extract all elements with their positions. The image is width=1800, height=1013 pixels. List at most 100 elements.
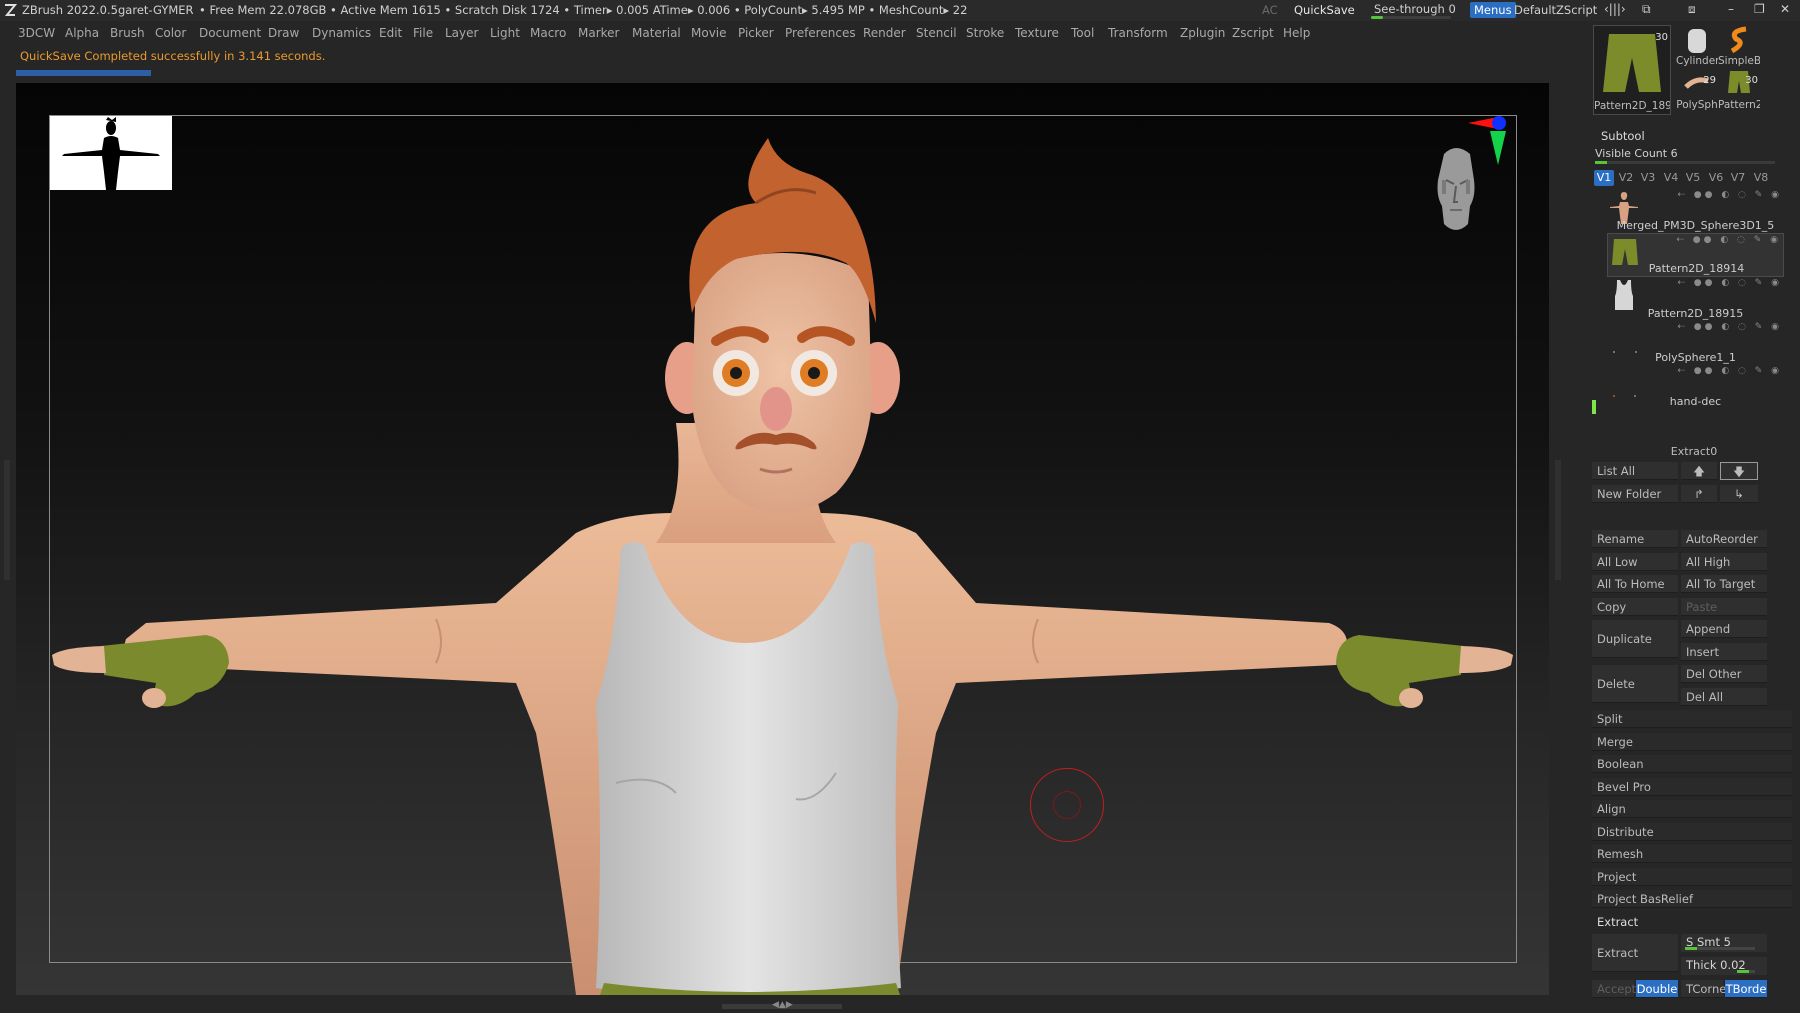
split-section[interactable]: Split [1592, 710, 1792, 728]
menu-3dcw[interactable]: 3DCW [18, 26, 55, 40]
subtool-item-extract0[interactable]: Extract0 [1588, 445, 1800, 458]
tool-cylinder[interactable]: Cylinder [1676, 25, 1718, 69]
tab-v8[interactable]: V8 [1751, 170, 1771, 186]
subtool-item-merged-pm3d[interactable]: ⇠ ●● ◐ ◌ ✎ ◉ Merged_PM3D_Sphere3D1_5 [1607, 189, 1784, 233]
autoreorder-button[interactable]: AutoReorder [1681, 530, 1767, 548]
menu-document[interactable]: Document [199, 26, 261, 40]
new-folder-button[interactable]: New Folder [1592, 485, 1678, 503]
character-model[interactable] [16, 83, 1549, 995]
tab-v7[interactable]: V7 [1728, 170, 1748, 186]
layout-alt-icon[interactable]: ⧈ [1688, 2, 1696, 17]
boolean-section[interactable]: Boolean [1592, 755, 1792, 773]
list-all-button[interactable]: List All [1592, 462, 1678, 480]
subtool-toggle-icons[interactable]: ⇠ ●● ◐ ◌ ✎ ◉ [1677, 278, 1782, 288]
subtool-item-pattern2d-18914[interactable]: ⇠ ●● ◐ ◌ ✎ ◉ Pattern2D_18914 [1607, 233, 1784, 277]
menu-stencil[interactable]: Stencil [916, 26, 957, 40]
menu-light[interactable]: Light [490, 26, 520, 40]
folder-move-up-icon[interactable]: ↱ [1681, 485, 1717, 503]
menu-layer[interactable]: Layer [445, 26, 478, 40]
all-high-button[interactable]: All High [1681, 553, 1767, 571]
bottom-tray-handle[interactable]: ◀▲▶ [722, 1000, 842, 1010]
left-tray-handle[interactable] [4, 460, 10, 580]
menu-texture[interactable]: Texture [1015, 26, 1059, 40]
tool-simpleb[interactable]: SimpleB [1718, 25, 1760, 69]
all-to-home-button[interactable]: All To Home [1592, 575, 1678, 593]
menu-stroke[interactable]: Stroke [966, 26, 1004, 40]
delete-button[interactable]: Delete [1592, 665, 1678, 703]
merge-section[interactable]: Merge [1592, 733, 1792, 751]
menu-help[interactable]: Help [1283, 26, 1310, 40]
thick-slider[interactable]: Thick 0.02 [1681, 957, 1767, 975]
project-section[interactable]: Project [1592, 868, 1792, 886]
all-to-target-button[interactable]: All To Target [1681, 575, 1767, 593]
tool-pattern2[interactable]: 30 Pattern2 [1718, 69, 1760, 113]
arrow-down-icon[interactable]: 🡇 [1720, 462, 1758, 480]
append-button[interactable]: Append [1681, 620, 1767, 638]
menu-transform[interactable]: Transform [1108, 26, 1168, 40]
menu-file[interactable]: File [413, 26, 433, 40]
subtool-toggle-icons[interactable]: ⇠ ●● ◐ ◌ ✎ ◉ [1677, 190, 1782, 200]
tab-v4[interactable]: V4 [1661, 170, 1681, 186]
extract-section-header[interactable]: Extract [1597, 915, 1638, 929]
subtool-item-pattern2d-18915[interactable]: ⇠ ●● ◐ ◌ ✎ ◉ Pattern2D_18915 [1607, 277, 1784, 321]
menu-material[interactable]: Material [632, 26, 681, 40]
visible-count-slider[interactable] [1595, 161, 1775, 164]
menu-movie[interactable]: Movie [691, 26, 727, 40]
tborde-toggle[interactable]: TBorde [1725, 980, 1767, 998]
tab-v2[interactable]: V2 [1616, 170, 1636, 186]
ac-toggle[interactable]: AC [1262, 3, 1278, 17]
accept-button[interactable]: Accept [1592, 980, 1636, 998]
folder-move-down-icon[interactable]: ↳ [1720, 485, 1758, 503]
menu-picker[interactable]: Picker [738, 26, 774, 40]
align-section[interactable]: Align [1592, 800, 1792, 818]
document-canvas[interactable] [16, 83, 1549, 995]
rename-button[interactable]: Rename [1592, 530, 1678, 548]
menu-dynamics[interactable]: Dynamics [312, 26, 371, 40]
see-through-slider[interactable]: See-through 0 [1371, 1, 1456, 19]
menu-macro[interactable]: Macro [530, 26, 566, 40]
menu-render[interactable]: Render [863, 26, 906, 40]
menu-preferences[interactable]: Preferences [785, 26, 856, 40]
menu-color[interactable]: Color [155, 26, 186, 40]
quicksave-button[interactable]: QuickSave [1294, 3, 1355, 17]
bevel-pro-section[interactable]: Bevel Pro [1592, 778, 1792, 796]
restore-icon[interactable]: ❐ [1754, 2, 1765, 16]
tool-main-thumbnail[interactable]: 30 Pattern2D_1891- [1593, 25, 1671, 115]
del-all-button[interactable]: Del All [1681, 688, 1767, 706]
distribute-section[interactable]: Distribute [1592, 823, 1792, 841]
extract-button[interactable]: Extract [1592, 934, 1678, 972]
tab-v3[interactable]: V3 [1638, 170, 1658, 186]
remesh-section[interactable]: Remesh [1592, 845, 1792, 863]
menu-tool[interactable]: Tool [1071, 26, 1094, 40]
tab-v6[interactable]: V6 [1706, 170, 1726, 186]
menu-zscript[interactable]: Zscript [1232, 26, 1274, 40]
all-low-button[interactable]: All Low [1592, 553, 1678, 571]
menu-edit[interactable]: Edit [379, 26, 402, 40]
layout-icon[interactable]: ⧉ [1642, 2, 1651, 17]
menu-zplugin[interactable]: Zplugin [1180, 26, 1225, 40]
subtool-title[interactable]: Subtool [1601, 129, 1645, 143]
double-toggle[interactable]: Double [1636, 980, 1678, 998]
duplicate-button[interactable]: Duplicate [1592, 620, 1678, 658]
project-basrelief-section[interactable]: Project BasRelief [1592, 890, 1792, 908]
right-tray-handle[interactable] [1555, 460, 1561, 580]
tab-v1[interactable]: V1 [1594, 170, 1614, 186]
default-zscript-button[interactable]: DefaultZScript [1514, 3, 1597, 17]
collapse-icon[interactable]: ‹|||› [1604, 2, 1626, 16]
tab-v5[interactable]: V5 [1683, 170, 1703, 186]
subtool-toggle-icons[interactable]: ⇠ ●● ◐ ◌ ✎ ◉ [1676, 235, 1781, 245]
tcorne-toggle[interactable]: TCorne [1681, 980, 1726, 998]
paste-button[interactable]: Paste [1681, 598, 1767, 616]
menus-toggle[interactable]: Menus [1470, 2, 1516, 18]
subtool-list-scrollbar[interactable] [1592, 400, 1596, 414]
del-other-button[interactable]: Del Other [1681, 665, 1767, 683]
close-icon[interactable]: ✕ [1780, 2, 1790, 16]
subtool-item-polysphere1-1[interactable]: ⇠ ●● ◐ ◌ ✎ ◉ PolySphere1_1 [1607, 321, 1784, 365]
menu-marker[interactable]: Marker [578, 26, 619, 40]
minimize-icon[interactable]: – [1728, 2, 1734, 16]
copy-button[interactable]: Copy [1592, 598, 1678, 616]
s-smt-slider[interactable]: S Smt 5 [1681, 934, 1767, 952]
tool-polysphere[interactable]: 29 PolySph [1676, 69, 1718, 113]
menu-brush[interactable]: Brush [110, 26, 145, 40]
arrow-up-icon[interactable]: 🡅 [1681, 462, 1717, 480]
